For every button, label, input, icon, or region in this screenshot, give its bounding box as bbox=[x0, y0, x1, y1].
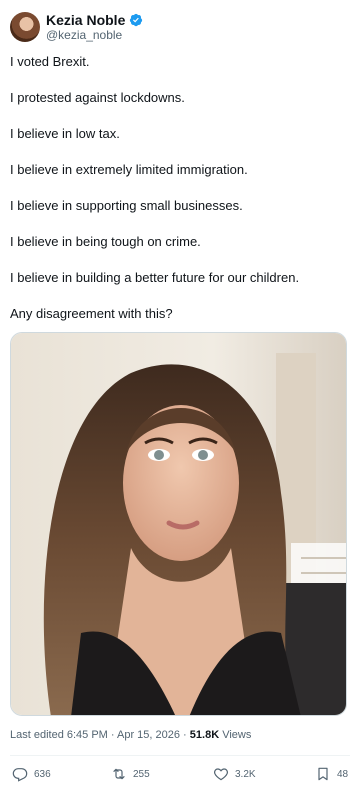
heart-icon bbox=[214, 768, 228, 781]
display-name[interactable]: Kezia Noble bbox=[46, 12, 125, 28]
tweet-header: Kezia Noble @kezia_noble bbox=[0, 0, 360, 52]
bookmark-button[interactable]: 48 bbox=[315, 766, 348, 782]
tweet-meta: Last edited 6:45 PM · Apr 15, 2026 · 51.… bbox=[10, 729, 251, 741]
views-label: Views bbox=[219, 729, 252, 741]
divider bbox=[10, 755, 350, 756]
bookmark-count: 48 bbox=[337, 768, 349, 780]
avatar[interactable] bbox=[10, 12, 40, 42]
reply-button[interactable]: 636 bbox=[12, 766, 51, 782]
retweet-button[interactable]: 255 bbox=[111, 766, 150, 782]
bookmark-icon bbox=[318, 767, 328, 781]
retweet-count: 255 bbox=[133, 768, 150, 780]
like-count: 3.2K bbox=[235, 768, 256, 780]
tweet-line: I voted Brexit. bbox=[10, 54, 90, 69]
tweet-line: Any disagreement with this? bbox=[10, 306, 173, 321]
tweet-line: I believe in low tax. bbox=[10, 126, 120, 141]
tweet-line: I believe in extremely limited immigrati… bbox=[10, 162, 248, 177]
verified-badge-icon bbox=[129, 13, 143, 27]
tweet-line: I believe in supporting small businesses… bbox=[10, 198, 243, 213]
user-handle[interactable]: @kezia_noble bbox=[46, 28, 122, 42]
tweet-actions: 636 255 3.2K 48 bbox=[0, 762, 360, 788]
like-button[interactable]: 3.2K bbox=[213, 766, 256, 782]
reply-count: 636 bbox=[34, 768, 51, 780]
views-count: 51.8K bbox=[189, 729, 220, 741]
retweet-icon bbox=[113, 768, 125, 780]
name-row: Kezia Noble bbox=[46, 11, 143, 29]
tweet-photo[interactable] bbox=[10, 332, 347, 716]
tweet-line: I believe in being tough on crime. bbox=[10, 234, 201, 249]
edited-timestamp[interactable]: Last edited 6:45 PM · Apr 15, 2026 · bbox=[10, 729, 190, 741]
tweet-line: I protested against lockdowns. bbox=[10, 90, 185, 105]
reply-icon bbox=[12, 768, 28, 782]
tweet-line: I believe in building a better future fo… bbox=[10, 270, 300, 285]
